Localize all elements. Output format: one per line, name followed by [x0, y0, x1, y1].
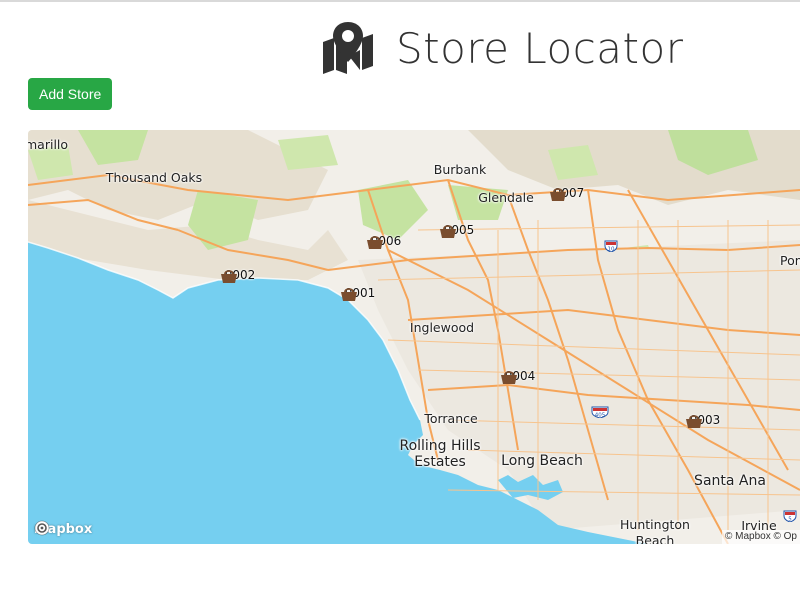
place-label: Burbank [433, 162, 487, 177]
add-store-button[interactable]: Add Store [28, 78, 113, 110]
mapbox-logo-icon [34, 520, 50, 536]
shopping-basket-icon [686, 415, 702, 428]
place-label: Long Beach [501, 453, 583, 469]
map-attribution[interactable]: © Mapbox © Op [722, 530, 800, 544]
place-label: Thousand Oaks [105, 170, 203, 185]
place-label: Rolling Hills Estates [399, 438, 481, 470]
store-marker-0001[interactable]: 0001 [340, 286, 380, 301]
shopping-basket-icon [501, 371, 517, 384]
mapbox-logo[interactable]: mapbox [34, 520, 92, 538]
place-label: marillo [28, 137, 69, 152]
top-divider [0, 0, 800, 2]
place-label: Glendale [478, 190, 534, 205]
place-label: Santa Ana [694, 473, 766, 489]
store-marker-0002[interactable]: 0002 [220, 268, 260, 283]
store-marker-0003[interactable]: 0003 [685, 413, 725, 428]
store-marker-0007[interactable]: 0007 [549, 186, 589, 201]
highway-number: 5 [788, 517, 792, 523]
store-marker-0004[interactable]: 0004 [500, 369, 540, 384]
interstate-shield-icon: 405 [591, 406, 609, 418]
shopping-basket-icon [221, 270, 237, 283]
place-label: Inglewood [409, 320, 475, 335]
map-canvas[interactable]: marillo Thousand Oaks Burbank Glendale I… [28, 130, 800, 544]
map-basemap [28, 130, 800, 544]
store-marker-0005[interactable]: 0005 [439, 223, 479, 238]
interstate-shield-icon: 10 [604, 240, 618, 252]
shopping-basket-icon [367, 236, 383, 249]
page-title: Store Locator [396, 23, 684, 73]
map-marker-icon [323, 22, 373, 74]
highway-number: 10 [608, 247, 615, 253]
place-label: Huntington Beach [620, 517, 690, 544]
shopping-basket-icon [440, 225, 456, 238]
page-header: Store Locator [320, 18, 683, 78]
interstate-shield-icon: 5 [783, 510, 797, 522]
place-label: Pom [780, 253, 800, 268]
shopping-basket-icon [341, 288, 357, 301]
shopping-basket-icon [550, 188, 566, 201]
store-marker-0006[interactable]: 0006 [366, 234, 406, 249]
place-label: Torrance [424, 411, 478, 426]
highway-number: 405 [595, 413, 606, 419]
